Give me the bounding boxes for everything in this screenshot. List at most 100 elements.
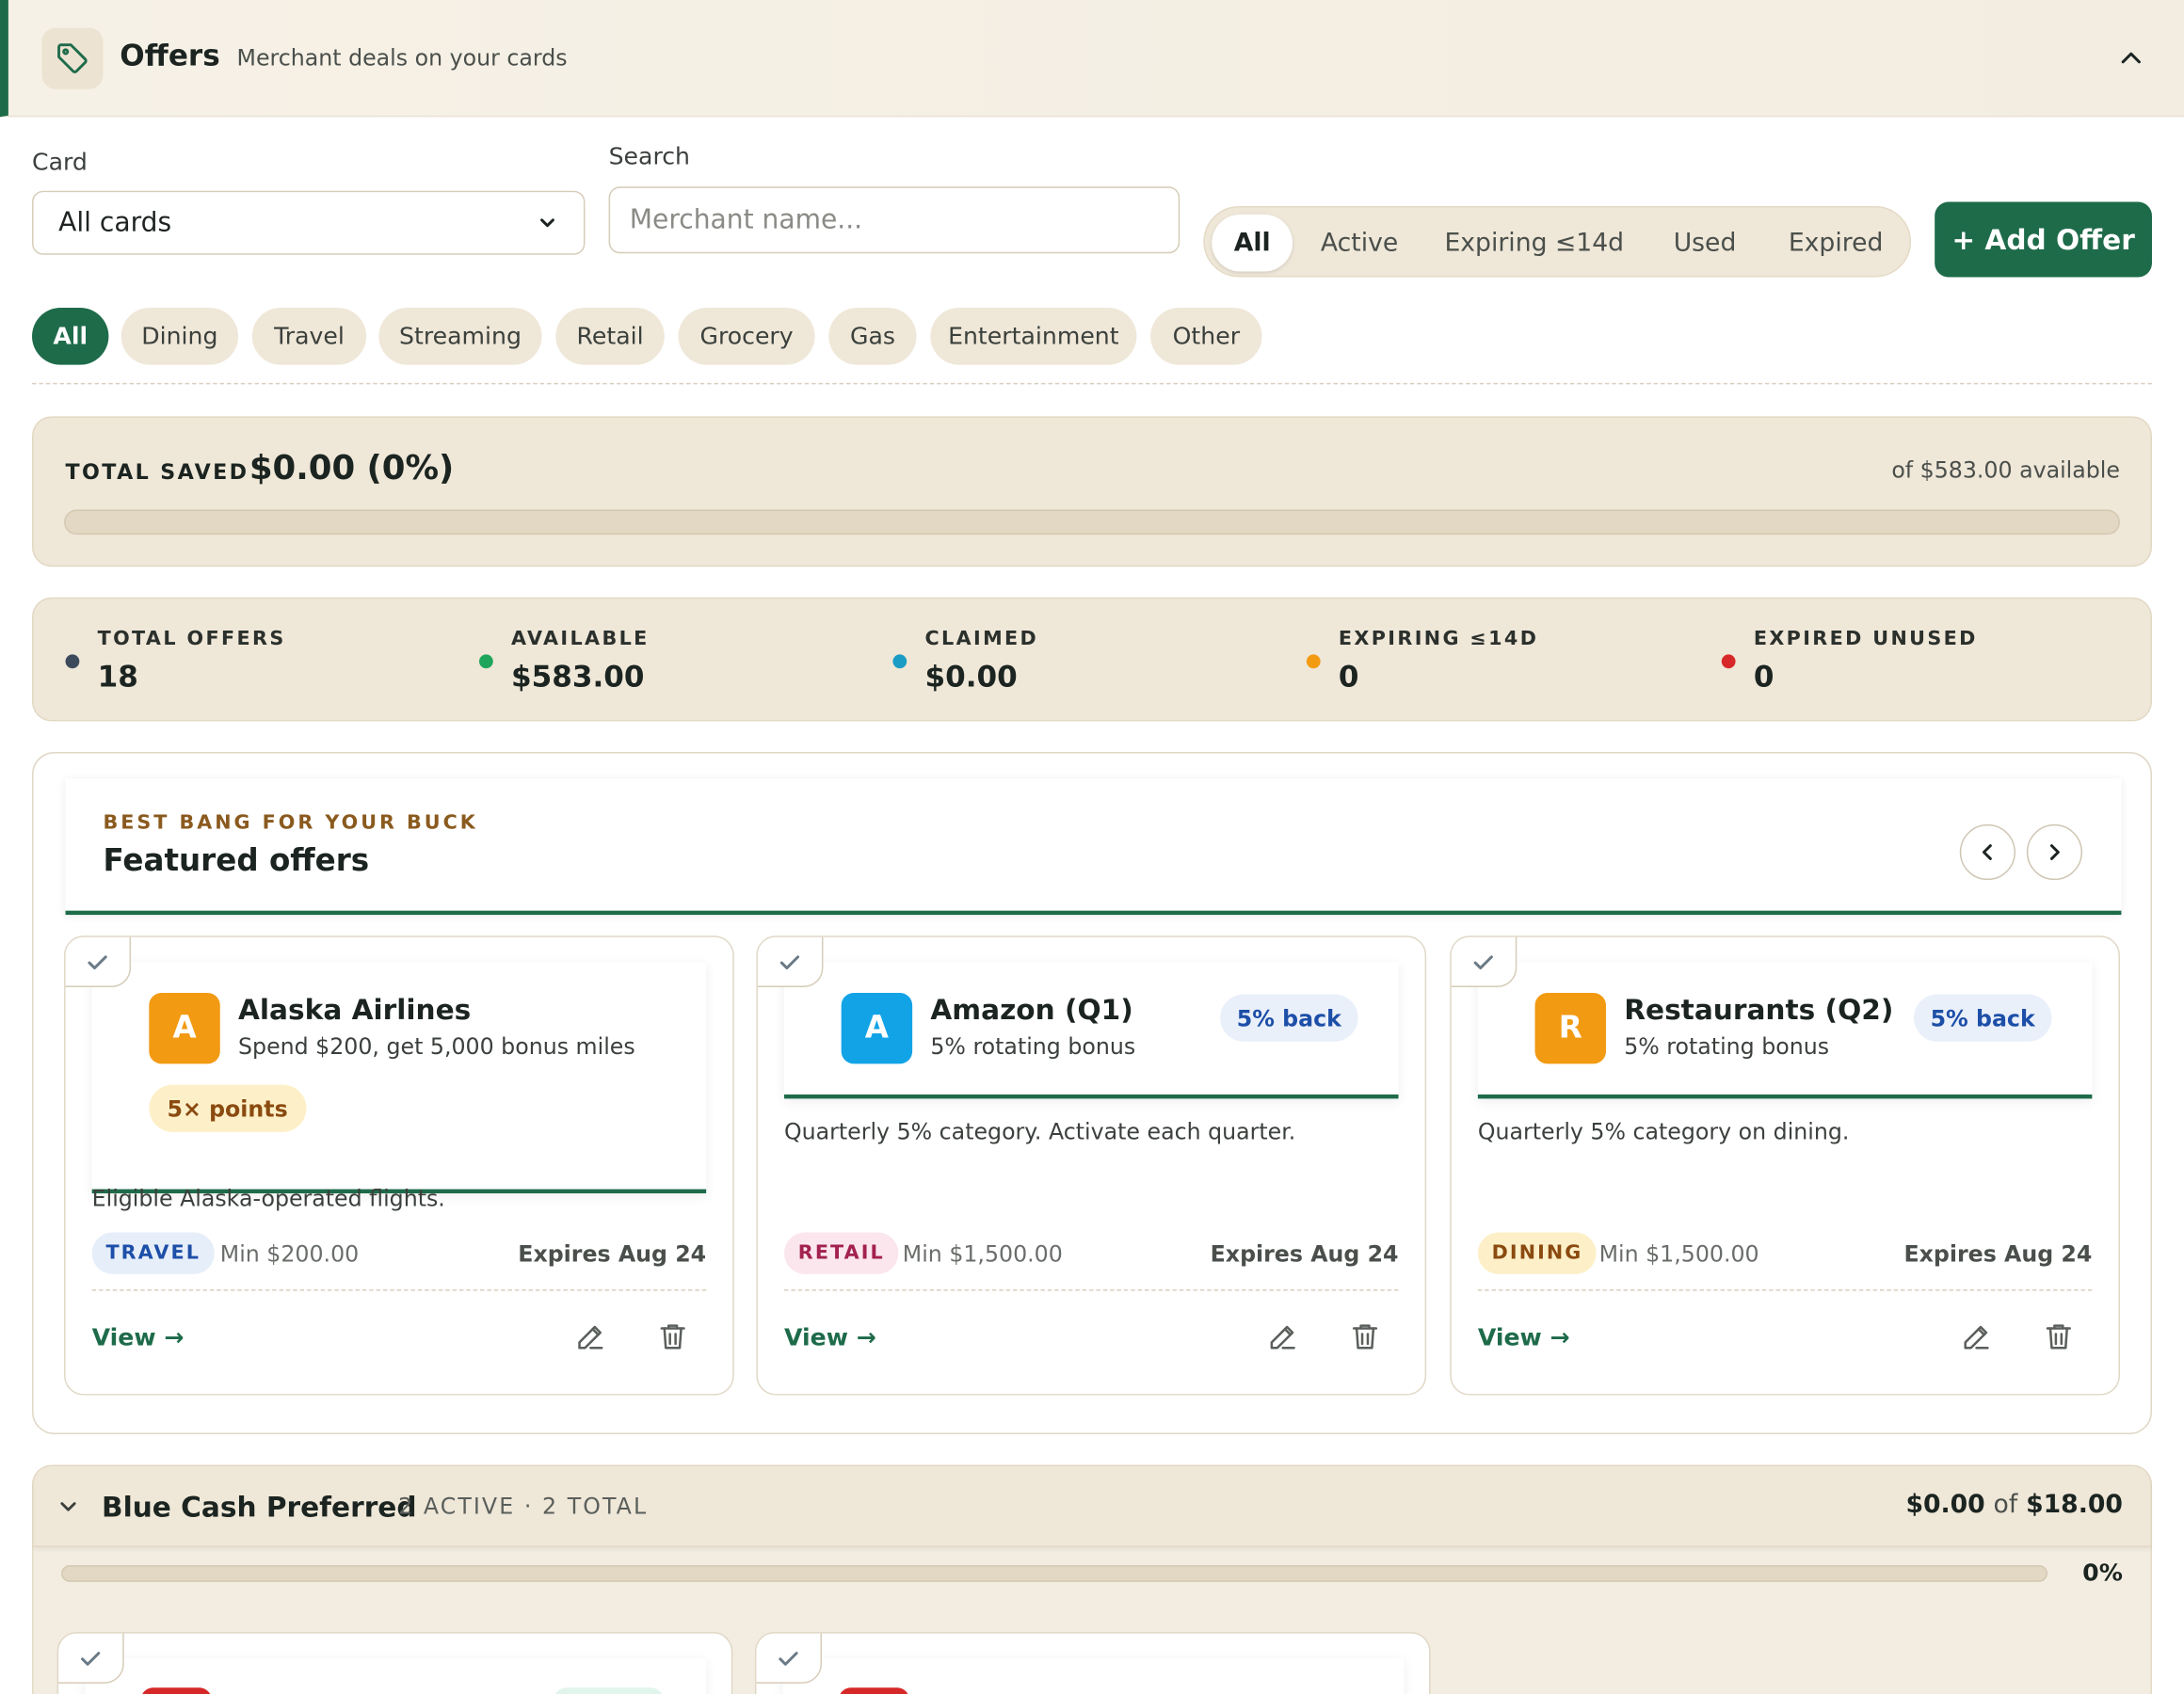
pencil-icon[interactable] <box>1960 1320 1994 1354</box>
chevron-down-icon[interactable] <box>56 1494 81 1520</box>
offer-card[interactable]: A Alaska Airlines Spend $200, get 5,000 … <box>64 935 734 1396</box>
status-tab-active[interactable]: Active <box>1302 215 1416 272</box>
add-offer-button[interactable]: + Add Offer <box>1935 201 2152 278</box>
category-tag: RETAIL <box>784 1232 899 1274</box>
offer-card[interactable]: A Amazon (Q1) 5% rotating bonus 5% back … <box>756 935 1427 1396</box>
offer-card[interactable]: R Restaurants (Q2) 5% rotating bonus 5% … <box>1450 935 2120 1396</box>
chevron-up-icon[interactable] <box>2114 41 2148 75</box>
claim-checkbox[interactable] <box>757 936 824 988</box>
status-tab-expiring[interactable]: Expiring ≤14d <box>1428 215 1641 272</box>
trash-icon[interactable] <box>2042 1320 2076 1354</box>
merchant-avatar: A <box>841 992 913 1064</box>
category-chip-entertainment[interactable]: Entertainment <box>930 307 1137 365</box>
carousel-prev-button[interactable] <box>1959 823 2015 881</box>
search-label: Search <box>608 143 691 171</box>
total-saved-label: TOTAL SAVED <box>65 459 249 485</box>
offer-card[interactable] <box>56 1632 733 1694</box>
total-saved-progress <box>64 509 2120 535</box>
status-tab-all[interactable]: All <box>1212 214 1293 272</box>
card-select-value: All cards <box>58 207 172 239</box>
offer-min-spend: Min $200.00 <box>219 1240 360 1268</box>
claim-checkbox[interactable] <box>65 936 132 988</box>
offer-description: Quarterly 5% category on dining. <box>1477 1118 1850 1145</box>
chevron-left-icon <box>1982 844 1992 860</box>
page-title: Offers <box>120 39 220 72</box>
check-icon <box>779 954 800 969</box>
status-tabs: All Active Expiring ≤14d Used Expired <box>1203 205 1912 278</box>
divider <box>1477 1289 2093 1291</box>
card-group-header[interactable]: Blue Cash Preferred 2 ACTIVE · 2 TOTAL $… <box>33 1466 2151 1547</box>
status-tab-expired[interactable]: Expired <box>1769 215 1903 272</box>
stat-value: 18 <box>97 660 138 694</box>
offer-card[interactable] <box>754 1632 1431 1694</box>
category-tag: TRAVEL <box>91 1232 215 1274</box>
stat-dot <box>65 654 80 669</box>
featured-offers: BEST BANG FOR YOUR BUCK Featured offers … <box>32 751 2152 1434</box>
merchant-name: Amazon (Q1) <box>930 992 1133 1027</box>
card-select[interactable]: All cards <box>32 190 586 255</box>
category-chip-other[interactable]: Other <box>1150 307 1262 365</box>
cashback-badge: 5% back <box>1913 994 2052 1042</box>
card-filter-label: Card <box>32 149 88 177</box>
chevron-down-icon <box>540 218 554 228</box>
claim-checkbox[interactable] <box>58 1633 124 1684</box>
trash-icon[interactable] <box>656 1320 690 1354</box>
pencil-icon[interactable] <box>574 1320 608 1354</box>
stat-dot <box>1306 654 1321 669</box>
trash-icon[interactable] <box>1348 1320 1382 1354</box>
category-chip-travel[interactable]: Travel <box>251 307 367 365</box>
claim-checkbox[interactable] <box>756 1633 822 1684</box>
card-group-percent: 0% <box>2082 1559 2123 1588</box>
cashback-badge <box>553 1687 665 1694</box>
card-group-progress <box>61 1565 2048 1582</box>
category-chip-grocery[interactable]: Grocery <box>678 307 815 365</box>
view-offer-link[interactable]: View → <box>1478 1324 1570 1352</box>
tag-icon <box>41 27 104 89</box>
stat-value: $0.00 <box>924 660 1018 694</box>
category-chip-gas[interactable]: Gas <box>828 307 917 365</box>
stat-label: EXPIRING ≤14D <box>1338 628 1539 650</box>
status-tab-used[interactable]: Used <box>1653 215 1756 272</box>
offer-min-spend: Min $1,500.00 <box>902 1240 1063 1268</box>
card-group-amount: $0.00 of $18.00 <box>1905 1490 2122 1519</box>
points-badge: 5× points <box>149 1084 306 1132</box>
offer-description: Quarterly 5% category. Activate each qua… <box>784 1118 1296 1145</box>
category-chip-all[interactable]: All <box>32 307 109 365</box>
view-offer-link[interactable]: View → <box>92 1324 185 1352</box>
total-available: of $583.00 available <box>1891 456 2120 484</box>
divider <box>91 1289 707 1291</box>
merchant-avatar: R <box>1534 992 1606 1064</box>
view-offer-link[interactable]: View → <box>784 1324 876 1352</box>
category-chip-dining[interactable]: Dining <box>120 307 239 365</box>
offer-card-header <box>782 1658 1405 1694</box>
offer-expiry: Expires Aug 24 <box>518 1240 707 1268</box>
merchant-avatar <box>838 1687 910 1694</box>
stat-label: TOTAL OFFERS <box>97 628 286 650</box>
offer-card-header <box>85 1658 707 1694</box>
featured-kicker: BEST BANG FOR YOUR BUCK <box>103 811 478 835</box>
offers-header[interactable]: Offers Merchant deals on your cards <box>0 0 2184 118</box>
offer-min-spend: Min $1,500.00 <box>1598 1240 1759 1268</box>
offer-subtitle: Spend $200, get 5,000 bonus miles <box>238 1032 635 1060</box>
stat-dot <box>1721 654 1736 669</box>
offer-subtitle: 5% rotating bonus <box>1624 1032 1830 1060</box>
search-input[interactable] <box>608 186 1180 254</box>
category-chip-streaming[interactable]: Streaming <box>378 307 542 365</box>
check-icon <box>81 1651 101 1666</box>
carousel-next-button[interactable] <box>2026 823 2083 881</box>
featured-title: Featured offers <box>103 843 370 879</box>
stat-dot <box>892 654 907 669</box>
category-chip-retail[interactable]: Retail <box>555 307 665 365</box>
stat-label: AVAILABLE <box>511 628 650 650</box>
merchant-avatar: A <box>149 992 220 1064</box>
offer-subtitle: 5% rotating bonus <box>930 1032 1136 1060</box>
offer-expiry: Expires Aug 24 <box>1210 1240 1399 1268</box>
claim-checkbox[interactable] <box>1451 936 1518 988</box>
card-group-meta: 2 ACTIVE · 2 TOTAL <box>398 1493 649 1520</box>
pencil-icon[interactable] <box>1266 1320 1300 1354</box>
offer-description: Eligible Alaska-operated flights. <box>91 1185 445 1212</box>
offer-expiry: Expires Aug 24 <box>1903 1240 2093 1268</box>
page-subtitle: Merchant deals on your cards <box>236 44 568 72</box>
stat-value: $583.00 <box>511 660 645 694</box>
category-tag: DINING <box>1477 1232 1598 1274</box>
